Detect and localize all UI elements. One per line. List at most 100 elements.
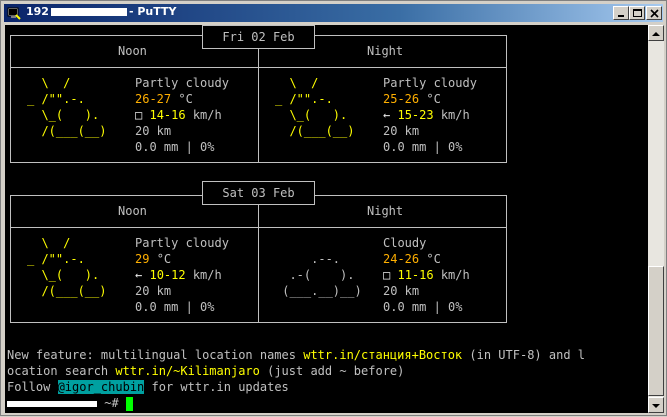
day-1-period-divider <box>258 35 259 163</box>
weather-art-line: (___.__)__) <box>275 284 369 298</box>
redacted-prompt-host <box>7 400 97 407</box>
precipitation: 0.0 mm | 0% <box>135 140 215 154</box>
redacted-hostname <box>50 8 127 16</box>
feature-example: wttr.in/станция+Восток <box>303 348 463 362</box>
weather-art-line <box>275 235 369 251</box>
wind: □ 14-16 km/h <box>135 107 222 123</box>
weather-art-line: .-( ). <box>275 268 369 282</box>
visibility: 20 km <box>135 284 172 298</box>
weather-art-line: \ / <box>27 76 114 90</box>
visibility: 20 km <box>135 124 172 138</box>
follow-handle: @igor_chubin <box>57 380 145 394</box>
feature-suffix: (in UTF-8) and l <box>462 348 585 362</box>
wind-unit: km/h <box>192 108 222 122</box>
temperature-unit: °C <box>426 92 441 106</box>
wind: ← 15-23 km/h <box>383 107 470 123</box>
minimize-icon <box>618 15 624 17</box>
putty-icon <box>7 7 21 20</box>
temperature-unit: °C <box>426 252 441 266</box>
scroll-up-button[interactable] <box>648 25 664 41</box>
temperature-value: 25-26 <box>383 92 420 106</box>
wind-speed: 10-12 <box>149 268 186 282</box>
day-2-date: Sat 03 Feb <box>222 186 295 200</box>
wind-unit: km/h <box>440 108 470 122</box>
feature-line-1: New feature: multilingual location names… <box>7 347 585 363</box>
day-1-noon-label: Noon <box>118 44 147 58</box>
precipitation: 0.0 mm | 0% <box>383 140 463 154</box>
condition-text: Partly cloudy <box>383 76 477 90</box>
temperature-unit: °C <box>178 92 193 106</box>
temperature: 25-26 °C <box>383 91 441 107</box>
day-2-period-divider <box>258 195 259 323</box>
maximize-icon <box>633 9 642 17</box>
wind-direction-icon: ← <box>135 268 143 282</box>
weather-art-line: \ / <box>27 236 114 250</box>
day-2-noon-label: Noon <box>118 204 147 218</box>
prompt-suffix: ~# <box>97 396 119 410</box>
close-icon <box>650 9 659 18</box>
day-1-night-label: Night <box>367 44 404 58</box>
follow-prefix: Follow <box>7 380 58 394</box>
feature-line2-suffix: (just add ~ before) <box>259 364 405 378</box>
weather-art-line: /(___(__) <box>27 124 114 138</box>
title-suffix: - PuTTY <box>128 5 177 18</box>
weather-art-line: _ /"".-. <box>27 92 114 106</box>
weather-art-line: \_( ). <box>27 268 114 282</box>
terminal-area[interactable]: Fri 02 Feb Noon Night \ / _ /"".-. \_( )… <box>5 25 648 413</box>
day-2-date-box: Sat 03 Feb <box>202 181 315 205</box>
follow-suffix: for wttr.in updates <box>144 380 289 394</box>
precipitation: 0.0 mm | 0% <box>135 300 215 314</box>
title-prefix: 192 <box>26 5 49 18</box>
temperature: 24-26 °C <box>383 251 441 267</box>
feature-line2-example: wttr.in/~Kilimanjaro <box>115 364 260 378</box>
weather-art-line: .--. <box>275 252 369 266</box>
wind: □ 11-16 km/h <box>383 267 470 283</box>
maximize-button[interactable] <box>629 6 645 20</box>
arrow-down-icon <box>652 404 660 408</box>
condition-text: Cloudy <box>383 236 427 250</box>
day-1-date-box: Fri 02 Feb <box>202 25 315 49</box>
close-button[interactable] <box>646 6 662 20</box>
feature-line-2: ocation search wttr.in/~Kilimanjaro (jus… <box>7 363 404 379</box>
follow-line: Follow @igor_chubin for wttr.in updates <box>7 379 289 395</box>
putty-window: 192 - PuTTY Fri 02 Feb Noon Night \ / _ /… <box>0 0 667 416</box>
minimize-button[interactable] <box>613 6 629 20</box>
condition-text: Partly cloudy <box>135 76 229 90</box>
temperature-unit: °C <box>156 252 172 266</box>
feature-prefix: New feature: multilingual location names <box>7 348 304 362</box>
terminal-cursor <box>125 396 133 411</box>
visibility: 20 km <box>383 284 420 298</box>
scroll-down-button[interactable] <box>648 397 664 413</box>
temperature-value: 26-27 <box>135 92 172 106</box>
wind: ← 10-12 km/h <box>135 267 222 283</box>
weather-art-line: \_( ). <box>27 108 114 122</box>
shell-prompt[interactable]: ~# <box>7 395 133 411</box>
vertical-scrollbar[interactable] <box>648 25 664 413</box>
weather-art-line: _ /"".-. <box>27 252 114 266</box>
weather-art-line: \_( ). <box>275 108 362 122</box>
weather-art-line: _ /"".-. <box>275 92 362 106</box>
temperature-value: 24-26 <box>383 252 420 266</box>
arrow-up-icon <box>652 32 660 36</box>
wind-speed: 15-23 <box>397 108 434 122</box>
wind-direction-icon: ← <box>383 108 391 122</box>
wind-speed: 14-16 <box>149 108 186 122</box>
title-bar[interactable]: 192 - PuTTY <box>4 4 663 22</box>
scrollbar-thumb[interactable] <box>648 266 664 396</box>
temperature: 29 °C <box>135 251 171 267</box>
precipitation: 0.0 mm | 0% <box>383 300 463 314</box>
day-2-night-label: Night <box>367 204 404 218</box>
wind-unit: km/h <box>440 268 470 282</box>
weather-art-line: /(___(__) <box>27 284 114 298</box>
weather-art-line: /(___(__) <box>275 124 362 138</box>
wind-direction-icon: □ <box>135 108 143 122</box>
day-1-date: Fri 02 Feb <box>222 30 295 44</box>
wind-unit: km/h <box>192 268 222 282</box>
weather-art-line: \ / <box>275 76 362 90</box>
temperature-value: 29 <box>135 252 150 266</box>
window-title: 192 - PuTTY <box>26 5 176 18</box>
condition-text: Partly cloudy <box>135 236 229 250</box>
feature-line2-prefix: ocation search <box>7 364 116 378</box>
wind-speed: 11-16 <box>397 268 434 282</box>
visibility: 20 km <box>383 124 420 138</box>
